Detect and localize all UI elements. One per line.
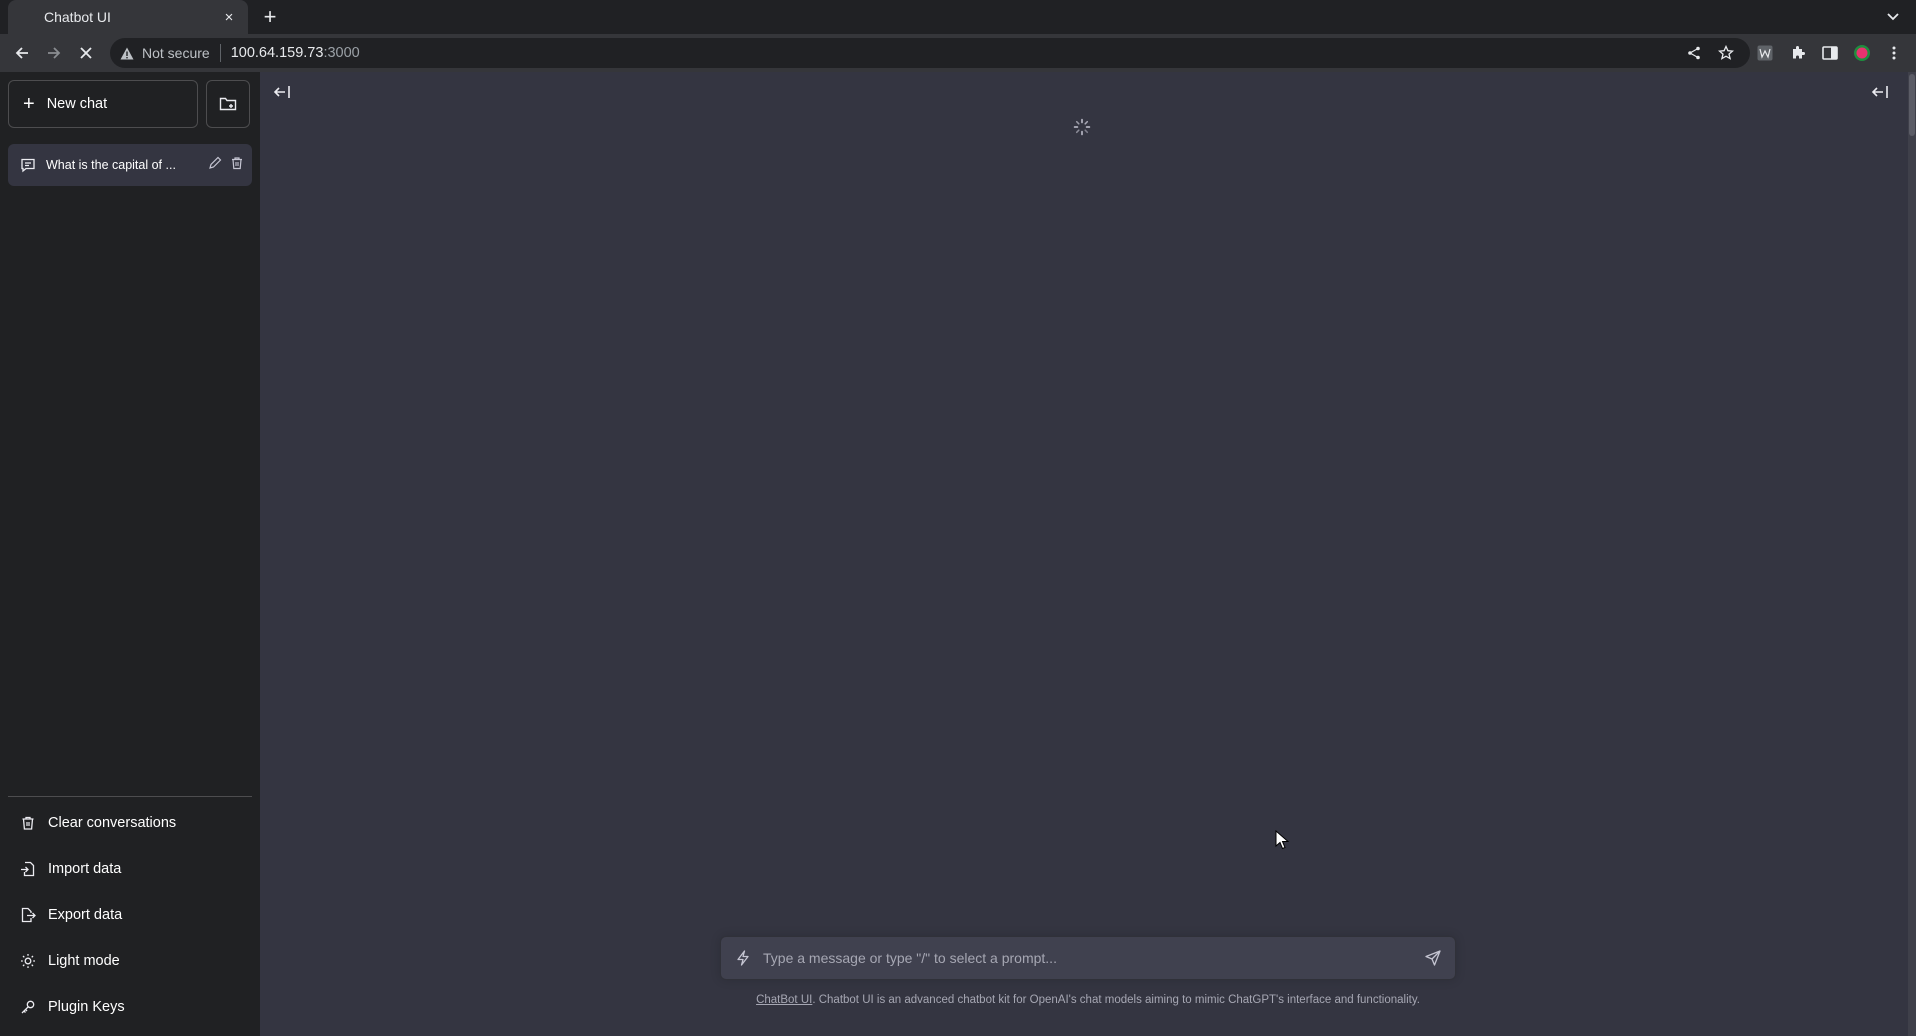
back-arrow-icon[interactable] xyxy=(10,41,34,65)
sun-icon xyxy=(20,953,36,969)
browser-tab-strip: Chatbot UI × + xyxy=(0,0,1916,34)
url-text[interactable]: 100.64.159.73:3000 xyxy=(231,45,360,61)
new-folder-button[interactable] xyxy=(206,80,250,128)
export-data-label: Export data xyxy=(48,907,123,923)
chat-main-area: ChatBot UI. Chatbot UI is an advanced ch… xyxy=(260,72,1916,1036)
url-host: 100.64.159.73 xyxy=(230,45,324,61)
chatbot-ui-link[interactable]: ChatBot UI xyxy=(756,994,812,1006)
new-tab-button[interactable]: + xyxy=(258,5,282,29)
file-import-icon xyxy=(20,861,36,877)
plugin-keys-button[interactable]: Plugin Keys xyxy=(8,988,252,1026)
security-label[interactable]: Not secure xyxy=(142,45,210,61)
extension-w-icon[interactable] xyxy=(1753,41,1777,65)
light-mode-button[interactable]: Light mode xyxy=(8,942,252,980)
chat-scrollbar[interactable] xyxy=(1908,72,1916,1036)
file-export-icon xyxy=(20,907,36,923)
browser-toolbar: Not secure 100.64.159.73:3000 xyxy=(0,34,1916,72)
bookmark-star-icon[interactable] xyxy=(1714,41,1738,65)
profile-avatar-icon[interactable] xyxy=(1850,41,1874,65)
conversation-item[interactable]: What is the capital of ... xyxy=(8,144,252,186)
trash-icon xyxy=(20,815,36,831)
extensions-puzzle-icon[interactable] xyxy=(1786,41,1810,65)
light-mode-label: Light mode xyxy=(48,953,120,969)
footer-disclaimer: ChatBot UI. Chatbot UI is an advanced ch… xyxy=(718,994,1458,1006)
side-panel-icon[interactable] xyxy=(1818,41,1842,65)
loading-spinner-icon xyxy=(1073,118,1091,136)
new-chat-button[interactable]: + New chat xyxy=(8,80,198,128)
tab-title: Chatbot UI xyxy=(44,9,111,25)
new-chat-label: New chat xyxy=(46,96,108,112)
plugin-keys-label: Plugin Keys xyxy=(48,999,125,1015)
browser-menu-icon[interactable] xyxy=(1882,41,1906,65)
url-port: :3000 xyxy=(323,45,360,61)
stop-loading-icon[interactable] xyxy=(74,41,98,65)
footer-text: . Chatbot UI is an advanced chatbot kit … xyxy=(812,994,1420,1006)
key-icon xyxy=(20,999,36,1015)
forward-arrow-icon[interactable] xyxy=(42,41,66,65)
address-separator xyxy=(219,44,221,62)
bolt-icon[interactable] xyxy=(735,950,751,966)
chat-bubble-icon xyxy=(20,157,36,173)
send-icon[interactable] xyxy=(1415,940,1451,976)
import-data-label: Import data xyxy=(48,861,122,877)
folder-plus-icon xyxy=(219,97,237,111)
warning-triangle-icon[interactable] xyxy=(118,44,136,62)
clear-conversations-label: Clear conversations xyxy=(48,815,177,831)
collapse-sidebar-icon[interactable] xyxy=(270,80,294,104)
trash-icon[interactable] xyxy=(230,156,244,170)
plus-icon: + xyxy=(23,93,35,115)
sidebar-divider xyxy=(8,796,252,797)
export-data-button[interactable]: Export data xyxy=(8,896,252,934)
pencil-icon[interactable] xyxy=(208,156,222,170)
share-icon[interactable] xyxy=(1682,41,1706,65)
chat-sidebar: + New chat What is the capital of ... Cl… xyxy=(0,72,260,1036)
address-bar[interactable]: Not secure 100.64.159.73:3000 xyxy=(110,38,1750,68)
browser-tab[interactable]: Chatbot UI × xyxy=(8,0,248,34)
collapse-prompt-bar-icon[interactable] xyxy=(1868,80,1892,104)
tab-close-icon[interactable]: × xyxy=(220,8,238,26)
mouse-cursor-icon xyxy=(1275,830,1289,850)
conversation-title: What is the capital of ... xyxy=(46,158,176,172)
chat-message-input[interactable] xyxy=(763,950,1415,966)
import-data-button[interactable]: Import data xyxy=(8,850,252,888)
chat-scrollbar-thumb[interactable] xyxy=(1909,74,1915,136)
clear-conversations-button[interactable]: Clear conversations xyxy=(8,804,252,842)
tab-search-chevron-icon[interactable] xyxy=(1884,8,1902,26)
chat-input-bar xyxy=(720,936,1456,980)
